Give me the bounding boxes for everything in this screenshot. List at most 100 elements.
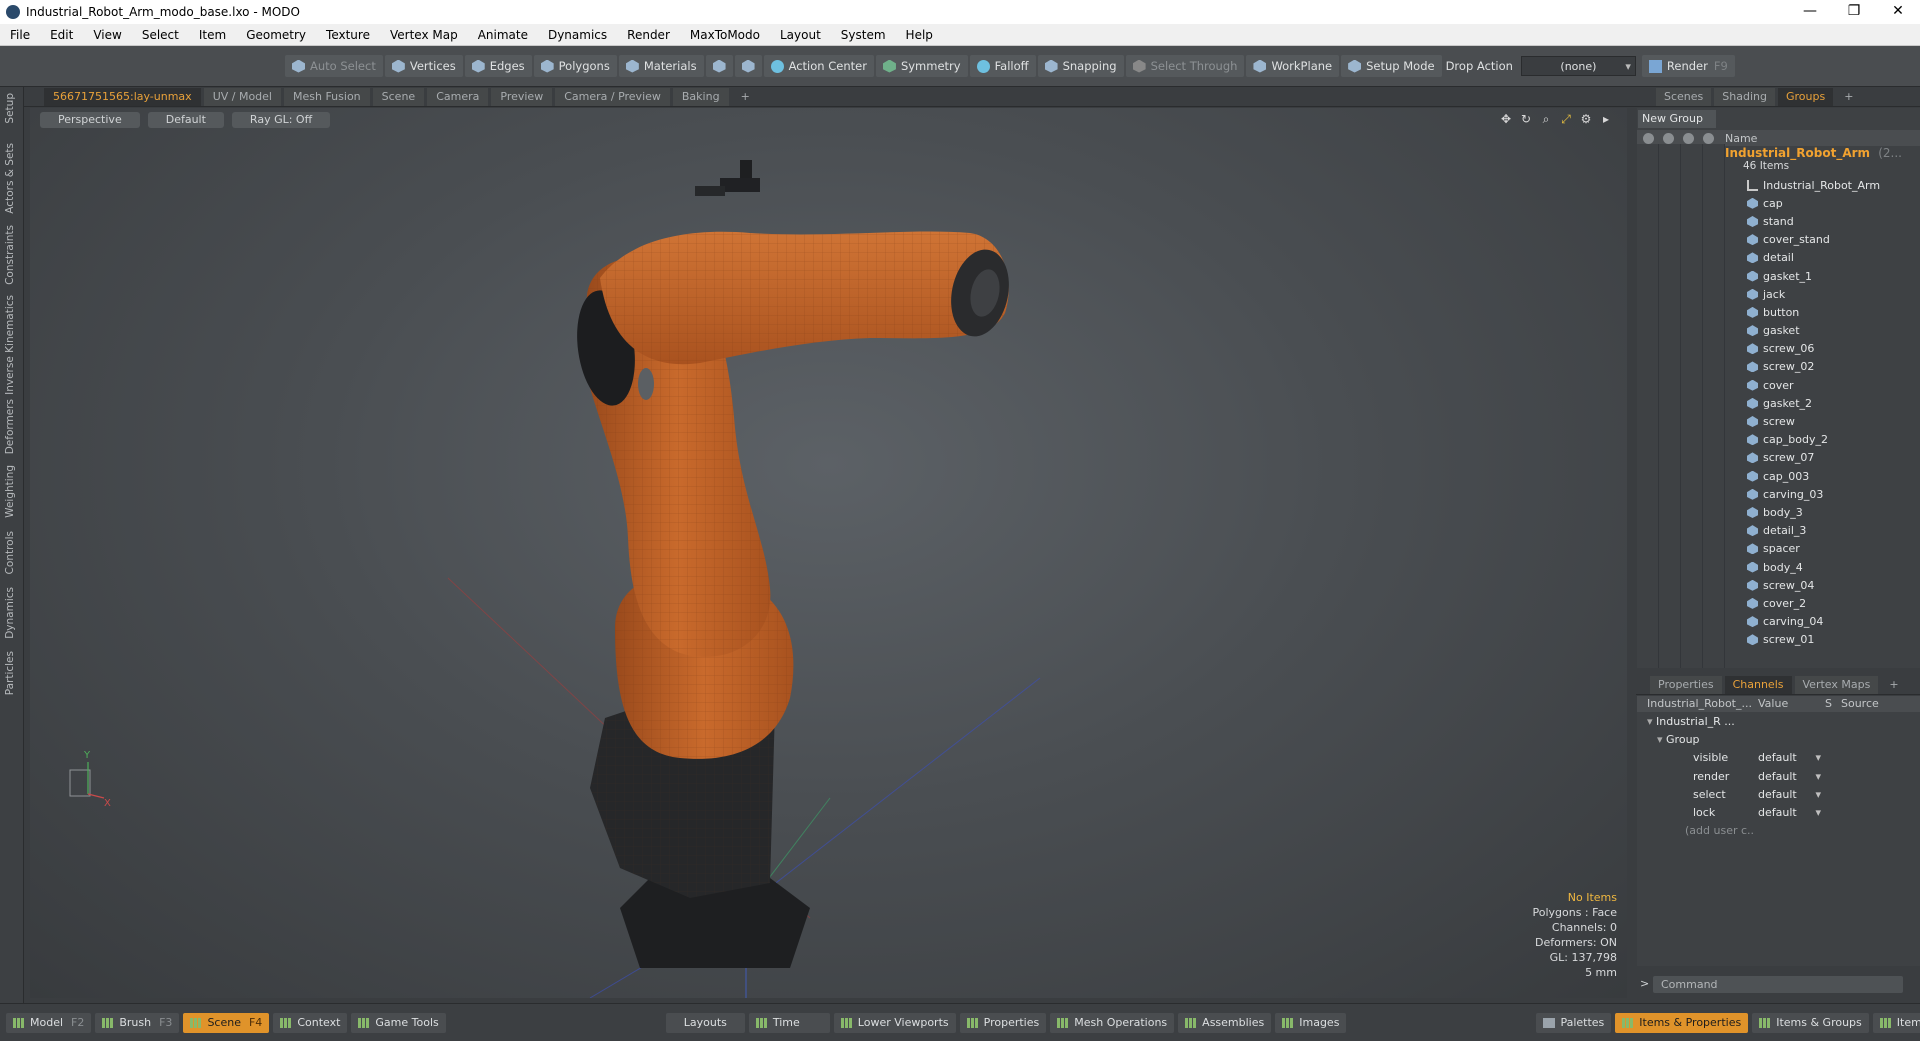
channel-source-header[interactable]: Source xyxy=(1841,696,1879,712)
falloff-button[interactable]: Falloff xyxy=(969,55,1036,77)
snapping-button[interactable]: Snapping xyxy=(1037,55,1124,77)
list-item[interactable]: Industrial_Robot_Arm xyxy=(1637,176,1920,194)
channel-tree-root[interactable]: ▾ Industrial_R ... xyxy=(1637,712,1920,730)
drop-action-select[interactable]: (none) xyxy=(1520,56,1636,76)
list-item[interactable]: screw_02 xyxy=(1637,358,1920,376)
auto-select-button[interactable]: Auto Select xyxy=(285,55,383,77)
list-item[interactable]: gasket xyxy=(1637,322,1920,340)
list-item[interactable]: screw_07 xyxy=(1637,449,1920,467)
menu-edit[interactable]: Edit xyxy=(40,28,83,42)
channel-value-header[interactable]: Value xyxy=(1755,696,1825,712)
add-user-channel-row[interactable]: (add user c... xyxy=(1637,822,1920,840)
render-button[interactable]: Render F9 xyxy=(1641,55,1735,77)
menu-geometry[interactable]: Geometry xyxy=(236,28,316,42)
select-value-select[interactable]: default xyxy=(1755,788,1825,801)
list-item[interactable]: carving_03 xyxy=(1637,485,1920,503)
close-button[interactable]: ✕ xyxy=(1876,0,1920,24)
selection-shield-alt-button[interactable] xyxy=(734,55,762,77)
list-item[interactable]: gasket_2 xyxy=(1637,394,1920,412)
add-props-tab-button[interactable]: + xyxy=(1881,676,1906,694)
brush-layout-button[interactable]: Brush F3 xyxy=(95,1012,180,1033)
render-value-select[interactable]: default xyxy=(1755,770,1825,783)
model-layout-button[interactable]: Model F2 xyxy=(6,1012,92,1033)
channel-s-header[interactable]: S xyxy=(1825,696,1841,712)
tab-mesh-fusion[interactable]: Mesh Fusion xyxy=(284,87,370,106)
menu-file[interactable]: File xyxy=(0,28,40,42)
tab-scene[interactable]: Scene xyxy=(372,87,425,106)
list-item[interactable]: stand xyxy=(1637,212,1920,230)
command-input[interactable]: Command xyxy=(1653,976,1903,993)
tab-vertex-maps[interactable]: Vertex Maps xyxy=(1794,675,1879,694)
tab-actors-sets[interactable]: Actors & Sets xyxy=(4,143,16,214)
scene-layout-button[interactable]: Scene F4 xyxy=(183,1012,270,1033)
list-item[interactable]: screw_01 xyxy=(1637,631,1920,649)
tab-particles[interactable]: Particles xyxy=(4,651,16,695)
list-item[interactable]: cap_003 xyxy=(1637,467,1920,485)
menu-render[interactable]: Render xyxy=(617,28,680,42)
menu-dynamics[interactable]: Dynamics xyxy=(538,28,617,42)
selection-shield-button[interactable] xyxy=(705,55,733,77)
tab-properties[interactable]: Properties xyxy=(1650,675,1722,694)
list-item[interactable]: screw_04 xyxy=(1637,576,1920,594)
list-item[interactable]: button xyxy=(1637,303,1920,321)
tab-baking[interactable]: Baking xyxy=(672,87,729,106)
tab-weighting[interactable]: Weighting xyxy=(4,465,16,518)
add-tab-button[interactable]: + xyxy=(732,88,759,106)
restore-button[interactable]: ❐ xyxy=(1832,0,1876,24)
images-button[interactable]: Images xyxy=(1275,1012,1347,1033)
channel-name-header[interactable]: Industrial_Robot_... xyxy=(1637,696,1755,712)
time-button[interactable]: Time xyxy=(748,1012,830,1033)
render-visibility-icon[interactable] xyxy=(1663,132,1674,144)
select-icon[interactable] xyxy=(1703,132,1714,144)
list-item[interactable]: jack xyxy=(1637,285,1920,303)
vertices-button[interactable]: Vertices xyxy=(384,55,463,77)
lower-viewports-button[interactable]: Lower Viewports xyxy=(833,1012,956,1033)
select-through-button[interactable]: Select Through xyxy=(1125,55,1245,77)
menu-maxtomodo[interactable]: MaxToModo xyxy=(680,28,770,42)
list-item[interactable]: screw_06 xyxy=(1637,340,1920,358)
menu-select[interactable]: Select xyxy=(132,28,189,42)
tab-groups[interactable]: Groups xyxy=(1777,87,1834,106)
tab-layout-unmax[interactable]: 56671751565:lay-unmax xyxy=(44,87,201,106)
menu-layout[interactable]: Layout xyxy=(770,28,831,42)
tab-uv-model[interactable]: UV / Model xyxy=(203,87,281,106)
properties-button[interactable]: Properties xyxy=(959,1012,1047,1033)
tab-setup[interactable]: Setup xyxy=(4,93,16,124)
setup-mode-button[interactable]: Setup Mode xyxy=(1341,55,1442,77)
visible-value-select[interactable]: default xyxy=(1755,751,1825,764)
menu-help[interactable]: Help xyxy=(896,28,943,42)
layouts-button[interactable]: Layouts xyxy=(665,1012,745,1033)
list-item[interactable]: cover xyxy=(1637,376,1920,394)
tab-shading[interactable]: Shading xyxy=(1714,87,1775,106)
channel-row-lock[interactable]: lock default xyxy=(1637,803,1920,821)
list-item[interactable]: body_3 xyxy=(1637,503,1920,521)
game-tools-layout-button[interactable]: Game Tools xyxy=(351,1012,446,1033)
channel-row-select[interactable]: select default xyxy=(1637,785,1920,803)
items-shading-button[interactable]: Items & Shadin xyxy=(1872,1012,1920,1033)
lock-value-select[interactable]: default xyxy=(1755,806,1825,819)
tab-inverse-kinematics[interactable]: Inverse Kinematics xyxy=(4,295,16,395)
menu-vertex-map[interactable]: Vertex Map xyxy=(380,28,468,42)
name-column-header[interactable]: Name xyxy=(1725,132,1757,145)
tab-camera-preview[interactable]: Camera / Preview xyxy=(555,87,670,106)
new-group-button[interactable]: New Group xyxy=(1638,110,1716,128)
list-item[interactable]: detail xyxy=(1637,249,1920,267)
workplane-button[interactable]: WorkPlane xyxy=(1246,55,1340,77)
symmetry-button[interactable]: Symmetry xyxy=(875,55,968,77)
polygons-button[interactable]: Polygons xyxy=(533,55,617,77)
minimize-button[interactable]: — xyxy=(1788,0,1832,24)
edges-button[interactable]: Edges xyxy=(464,55,532,77)
list-item[interactable]: cover_2 xyxy=(1637,594,1920,612)
list-item[interactable]: cover_stand xyxy=(1637,231,1920,249)
menu-item[interactable]: Item xyxy=(189,28,236,42)
eye-icon[interactable] xyxy=(1643,132,1654,144)
tab-preview[interactable]: Preview xyxy=(491,87,553,106)
list-item[interactable]: carving_04 xyxy=(1637,613,1920,631)
tab-controls[interactable]: Controls xyxy=(4,531,16,574)
action-center-button[interactable]: Action Center xyxy=(763,55,874,77)
list-item[interactable]: cap_body_2 xyxy=(1637,431,1920,449)
3d-viewport[interactable]: Perspective Default Ray GL: Off ✥ ↻ ⌕ ⤢ … xyxy=(30,108,1627,998)
list-item[interactable]: body_4 xyxy=(1637,558,1920,576)
mesh-operations-button[interactable]: Mesh Operations xyxy=(1050,1012,1175,1033)
group-root-row[interactable]: Industrial_Robot_Arm (2... 46 Items xyxy=(1637,146,1920,176)
